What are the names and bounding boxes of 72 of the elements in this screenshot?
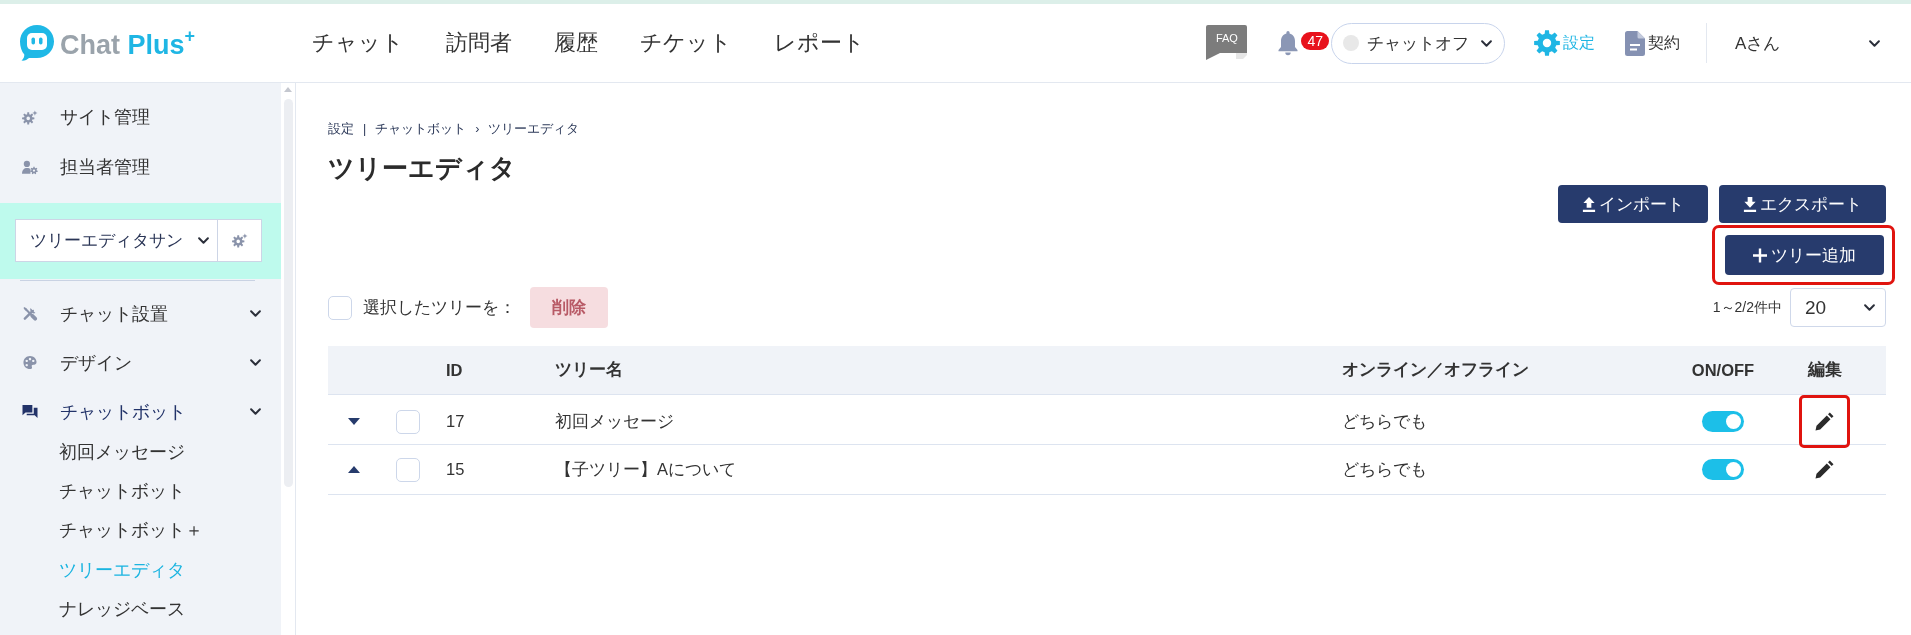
toggle-switch[interactable]: [1702, 411, 1744, 432]
download-button[interactable]: エクスポート: [1719, 185, 1886, 223]
pencil-icon[interactable]: [1815, 412, 1834, 431]
nav-link[interactable]: 訪問者: [446, 28, 512, 58]
table-cell-text: 15: [445, 460, 466, 479]
plus-icon: [1753, 247, 1767, 263]
table-cell-text: 17: [445, 412, 466, 431]
site-settings-button[interactable]: [218, 219, 262, 262]
chevron-down-icon: [1864, 304, 1875, 311]
sidebar-subitem[interactable]: チャットボット＋: [0, 510, 281, 550]
settings-icon: [1534, 30, 1560, 56]
pencil-icon[interactable]: [1815, 460, 1834, 479]
bubble-tail-icon: [1206, 51, 1248, 61]
chat-bubbles-icon: [22, 404, 38, 419]
palette-icon: [22, 355, 38, 370]
sidebar-item[interactable]: サイト管理: [0, 92, 281, 142]
breadcrumb-separator: ›: [474, 121, 481, 138]
column-header: オンライン／オフライン: [1342, 360, 1529, 378]
bulk-action-label: 選択したツリーを：: [363, 297, 516, 319]
site-select[interactable]: ツリーエディタサン: [15, 219, 218, 262]
column-header: ツリー名: [555, 360, 623, 378]
breadcrumb-current: ツリーエディタ: [488, 121, 580, 138]
download-icon: [1743, 196, 1757, 212]
pagination-summary: 1～2/2件中: [1712, 298, 1782, 317]
sidebar-item[interactable]: 担当者管理: [0, 142, 281, 192]
sidebar-item[interactable]: チャット設置: [0, 289, 281, 338]
upload-icon: [1582, 196, 1596, 212]
caret-down-icon[interactable]: [348, 418, 360, 425]
breadcrumb-link[interactable]: 設定: [328, 120, 354, 138]
notification-badge: 47: [1301, 32, 1329, 50]
sidebar-subitem[interactable]: ナレッジベース: [0, 589, 281, 629]
status-select[interactable]: チャットオフ: [1331, 22, 1505, 64]
nav-link[interactable]: レポート: [774, 28, 865, 58]
column-header: ON/OFF: [1691, 360, 1755, 380]
page-size-select[interactable]: 20: [1790, 288, 1886, 327]
gear-icon: [231, 233, 248, 248]
chevron-down-icon: [1869, 39, 1880, 47]
breadcrumb-link[interactable]: チャットボット: [375, 120, 467, 138]
checkbox[interactable]: [396, 409, 420, 434]
add-button[interactable]: ツリー追加: [1725, 235, 1884, 275]
chevron-down-icon: [198, 237, 209, 244]
column-header: ID: [446, 360, 463, 379]
table-cell-text: どちらでも: [1341, 458, 1428, 480]
table-cell-text: どちらでも: [1341, 410, 1428, 432]
chevron-down-icon: [250, 408, 261, 415]
nav-link[interactable]: チケット: [640, 28, 732, 58]
table-cell-text: 初回メッセージ: [554, 410, 675, 432]
chat-bubble-logo-icon: [20, 25, 54, 61]
sidebar-subitem[interactable]: チャットボット: [0, 471, 281, 511]
gear-icon: [22, 109, 38, 125]
document-icon: [1625, 30, 1645, 56]
breadcrumb-separator: |: [362, 121, 368, 138]
logo-text: Chat Plus$^{+}$: [60, 25, 196, 61]
scroll-up-arrow-icon[interactable]: [284, 87, 292, 92]
checkbox[interactable]: [396, 457, 420, 482]
nav-link[interactable]: 履歴: [554, 28, 598, 58]
tools-icon: [22, 306, 38, 321]
chevron-down-icon: [250, 359, 261, 366]
page-title: ツリーエディタ: [328, 152, 516, 185]
toggle-switch[interactable]: [1702, 459, 1744, 480]
chevron-down-icon: [1481, 39, 1492, 47]
document-link[interactable]: 契約: [1625, 30, 1680, 56]
bell-icon[interactable]: [1277, 30, 1300, 56]
user-gear-icon: [22, 159, 38, 175]
caret-up-icon[interactable]: [348, 466, 360, 473]
table-cell-text: 【子ツリー】Aについて: [554, 458, 737, 480]
column-header: 編集: [1807, 359, 1842, 380]
chevron-down-icon: [250, 310, 261, 317]
sidebar-item[interactable]: デザイン: [0, 338, 281, 387]
user-menu[interactable]: Aさん: [1707, 31, 1880, 55]
upload-button[interactable]: インポート: [1558, 185, 1708, 223]
nav-link[interactable]: チャット: [312, 28, 404, 58]
